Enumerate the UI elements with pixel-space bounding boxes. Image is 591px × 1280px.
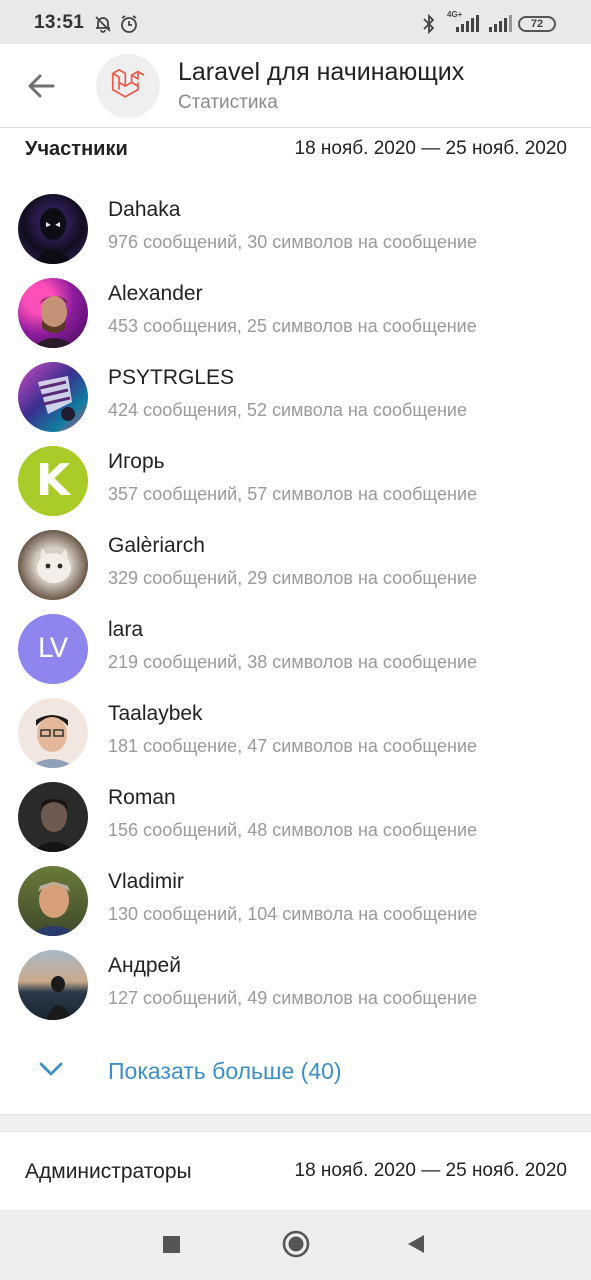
participants-header: Участники 18 нояб. 2020 — 25 нояб. 2020 bbox=[0, 130, 591, 170]
member-row[interactable]: Alexander 453 сообщения, 25 символов на … bbox=[0, 272, 591, 356]
member-stats: 453 сообщения, 25 символов на сообщение bbox=[108, 316, 477, 336]
avatar bbox=[18, 782, 88, 852]
status-bar: 13:51 4G+ 72 bbox=[0, 0, 591, 44]
member-name: Taalaybek bbox=[108, 702, 203, 725]
member-stats: 156 сообщений, 48 символов на сообщение bbox=[108, 820, 478, 840]
member-name: Alexander bbox=[108, 282, 203, 305]
avatar bbox=[18, 278, 88, 348]
avatar bbox=[18, 866, 88, 936]
show-more-label: Показать больше (40) bbox=[108, 1058, 342, 1084]
member-name: Vladimir bbox=[108, 870, 184, 893]
mute-bell-icon bbox=[93, 14, 113, 39]
member-name: Dahaka bbox=[108, 198, 181, 221]
chevron-down-icon bbox=[38, 1060, 64, 1083]
avatar: K bbox=[18, 446, 88, 516]
admins-title: Администраторы bbox=[25, 1160, 192, 1183]
avatar bbox=[18, 950, 88, 1020]
battery-level: 72 bbox=[530, 18, 544, 30]
participants-date-range[interactable]: 18 нояб. 2020 — 25 нояб. 2020 bbox=[295, 138, 568, 160]
admins-date-range[interactable]: 18 нояб. 2020 — 25 нояб. 2020 bbox=[295, 1160, 568, 1182]
member-row[interactable]: Roman 156 сообщений, 48 символов на сооб… bbox=[0, 776, 591, 860]
member-row[interactable]: Taalaybek 181 сообщение, 47 символов на … bbox=[0, 692, 591, 776]
avatar bbox=[18, 698, 88, 768]
chat-title: Laravel для начинающих bbox=[178, 58, 465, 86]
arrow-left-icon bbox=[28, 74, 55, 98]
member-row[interactable]: Vladimir 130 сообщений, 104 символа на с… bbox=[0, 860, 591, 944]
signal-icon bbox=[487, 14, 513, 39]
member-name: Roman bbox=[108, 786, 176, 809]
show-more-button[interactable]: Показать больше (40) bbox=[0, 1040, 591, 1104]
bluetooth-icon bbox=[421, 13, 437, 39]
member-name: Андрей bbox=[108, 954, 181, 977]
member-row[interactable]: Galèriarch 329 сообщений, 29 символов на… bbox=[0, 524, 591, 608]
member-name: lara bbox=[108, 618, 144, 641]
member-stats: 424 сообщения, 52 символа на сообщение bbox=[108, 400, 467, 420]
avatar bbox=[18, 362, 88, 432]
laravel-logo-icon bbox=[111, 68, 145, 98]
member-stats: 219 сообщений, 38 символов на сообщение bbox=[108, 652, 478, 672]
recents-square-icon[interactable] bbox=[161, 1234, 183, 1261]
admins-header: Администраторы 18 нояб. 2020 — 25 нояб. … bbox=[0, 1152, 591, 1192]
member-stats: 976 сообщений, 30 символов на сообщение bbox=[108, 232, 478, 252]
member-row[interactable]: PSYTRGLES 424 сообщения, 52 символа на с… bbox=[0, 356, 591, 440]
chat-subtitle: Статистика bbox=[178, 92, 278, 113]
avatar: LV bbox=[18, 614, 88, 684]
member-stats: 181 сообщение, 47 символов на сообщение bbox=[108, 736, 478, 756]
home-circle-icon[interactable] bbox=[280, 1228, 312, 1265]
battery-icon: 72 bbox=[518, 16, 556, 32]
member-stats: 130 сообщений, 104 символа на сообщение bbox=[108, 904, 478, 924]
member-stats: 357 сообщений, 57 символов на сообщение bbox=[108, 484, 478, 504]
member-row[interactable]: Андрей 127 сообщений, 49 символов на соо… bbox=[0, 944, 591, 1028]
member-name: Игорь bbox=[108, 450, 165, 473]
app-bar: Laravel для начинающих Статистика bbox=[0, 44, 591, 128]
avatar bbox=[18, 530, 88, 600]
avatar-initials: K bbox=[35, 455, 71, 506]
participants-title: Участники bbox=[25, 138, 128, 160]
member-name: Galèriarch bbox=[108, 534, 205, 557]
avatar bbox=[18, 194, 88, 264]
system-nav-bar bbox=[0, 1210, 591, 1280]
signal-icon bbox=[454, 14, 480, 39]
status-time: 13:51 bbox=[34, 12, 85, 33]
back-button[interactable] bbox=[24, 70, 58, 102]
back-triangle-icon[interactable] bbox=[404, 1232, 428, 1261]
section-divider bbox=[0, 1114, 591, 1132]
avatar-initials: LV bbox=[37, 633, 69, 664]
member-stats: 127 сообщений, 49 символов на сообщение bbox=[108, 988, 478, 1008]
member-row[interactable]: K Игорь 357 сообщений, 57 символов на со… bbox=[0, 440, 591, 524]
member-stats: 329 сообщений, 29 символов на сообщение bbox=[108, 568, 478, 588]
member-row[interactable]: Dahaka 976 сообщений, 30 символов на соо… bbox=[0, 188, 591, 272]
alarm-icon bbox=[119, 14, 139, 39]
chat-avatar[interactable] bbox=[96, 54, 160, 118]
member-name: PSYTRGLES bbox=[108, 366, 235, 389]
member-row[interactable]: LV lara 219 сообщений, 38 символов на со… bbox=[0, 608, 591, 692]
